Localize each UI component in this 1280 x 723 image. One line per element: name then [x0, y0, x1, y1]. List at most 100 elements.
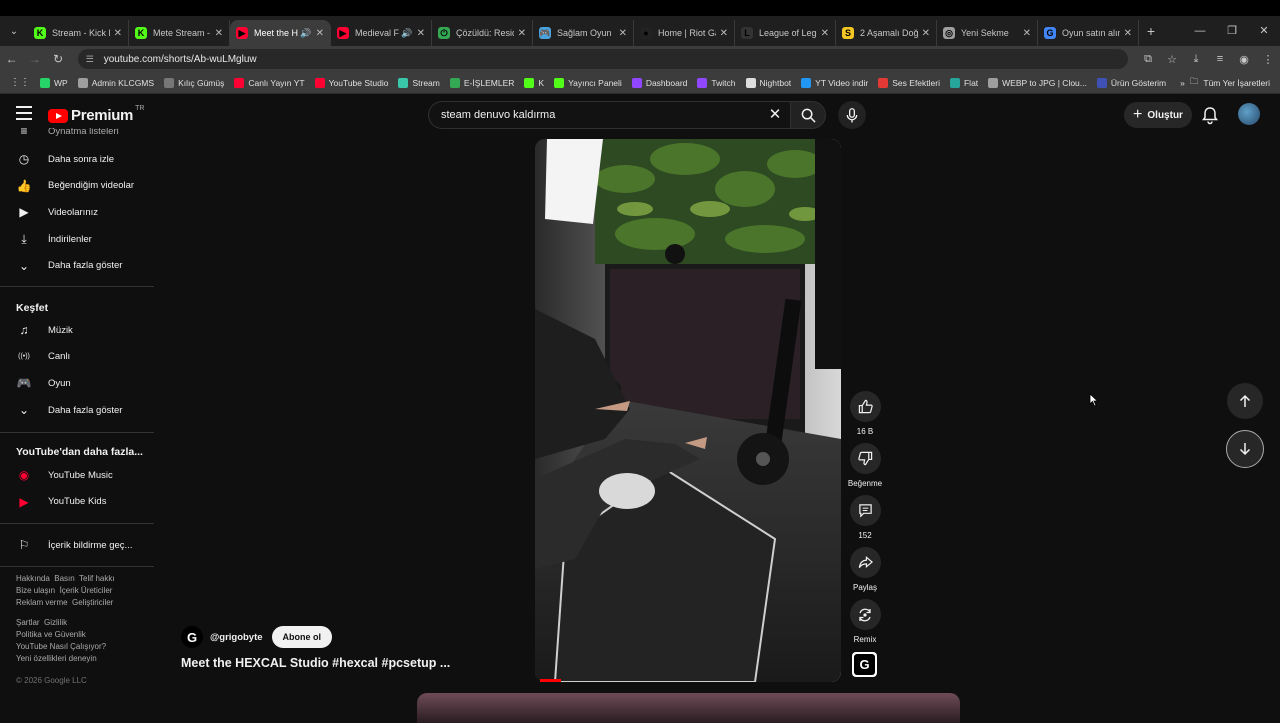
tab-search-button[interactable]: ⌄ — [0, 16, 28, 46]
new-tab-button[interactable]: + — [1139, 23, 1163, 39]
bookmark-item[interactable]: K — [524, 77, 544, 88]
next-short-button[interactable] — [1226, 430, 1264, 468]
sidebar-item[interactable]: ◷ Daha sonra izle — [0, 147, 154, 171]
channel-name[interactable]: @grigobyte — [210, 632, 263, 643]
close-window-icon[interactable]: ✕ — [1248, 16, 1280, 46]
extension-icon[interactable]: ◉ — [1232, 53, 1256, 66]
sidebar-item[interactable]: ⤓ İndirilenler — [0, 227, 154, 251]
dislike-button[interactable]: Beğenme — [848, 443, 882, 488]
close-tab-icon[interactable]: ✕ — [316, 28, 324, 39]
bookmark-item[interactable]: WEBP to JPG | Clou... — [988, 77, 1087, 88]
remix-button[interactable]: Remix — [849, 599, 881, 644]
browser-tab[interactable]: S 2 Aşamalı Doğ ✕ — [836, 20, 937, 46]
channel-avatar[interactable]: G — [181, 626, 203, 648]
speaker-icon[interactable]: 🔊 — [300, 28, 311, 39]
bookmark-item[interactable]: Twitch — [697, 77, 736, 88]
menu-icon[interactable]: ⋮ — [1256, 53, 1280, 66]
browser-tab[interactable]: G Oyun satın alın ✕ — [1038, 20, 1139, 46]
youtube-premium-logo[interactable]: Premium TR — [48, 105, 144, 124]
footer-link-line[interactable]: Politika ve Güvenlik — [16, 629, 106, 641]
sidebar-item-report-history[interactable]: ⚐ İçerik bildirme geç... — [0, 533, 154, 557]
bookmark-item[interactable]: Admin KLCGMS — [77, 77, 154, 88]
sidebar-item[interactable]: ⌄ Daha fazla göster — [0, 398, 154, 422]
next-short-preview[interactable] — [417, 693, 960, 723]
bookmark-item[interactable]: Yayıncı Paneli — [554, 77, 622, 88]
reload-icon[interactable]: ↻ — [47, 52, 70, 66]
search-input[interactable]: steam denuvo kaldırma — [428, 101, 790, 129]
footer-link-line[interactable]: Bize ulaşın İçerik Üreticiler — [16, 585, 115, 597]
browser-tab[interactable]: ◎ Yeni Sekme ✕ — [937, 20, 1038, 46]
install-app-icon[interactable]: ⧉ — [1136, 53, 1160, 66]
close-tab-icon[interactable]: ✕ — [518, 28, 526, 39]
create-button[interactable]: + Oluştur — [1124, 102, 1192, 128]
close-tab-icon[interactable]: ✕ — [1124, 28, 1132, 39]
browser-tab[interactable]: ▶ Meet the H 🔊 ✕ — [230, 20, 331, 46]
comments-button[interactable]: 152 — [849, 495, 881, 540]
sidebar-item[interactable]: ◉ YouTube Music — [0, 463, 154, 487]
browser-tab[interactable]: L League of Lege ✕ — [735, 20, 836, 46]
sidebar-item[interactable]: ((•)) Canlı — [0, 345, 154, 369]
search-button[interactable] — [790, 101, 826, 129]
all-bookmarks[interactable]: 🗀 Tüm Yer İşaretleri — [1190, 76, 1270, 90]
close-tab-icon[interactable]: ✕ — [114, 28, 122, 39]
bookmark-item[interactable]: WP — [40, 77, 68, 88]
sidebar-item-playlists[interactable]: ≡ Oynatma listeleri — [0, 128, 154, 143]
forward-icon[interactable]: → — [23, 52, 46, 66]
footer-link-line[interactable]: Şartlar Gizlilik — [16, 617, 106, 629]
share-button[interactable]: Paylaş — [849, 547, 881, 592]
restore-icon[interactable]: ❐ — [1216, 16, 1248, 46]
browser-tab[interactable]: ● Home | Riot Ga ✕ — [634, 20, 735, 46]
close-tab-icon[interactable]: ✕ — [215, 28, 223, 39]
browser-tab[interactable]: ▶ Medieval F 🔊 ✕ — [331, 20, 432, 46]
shorts-video-player[interactable] — [535, 139, 841, 682]
close-tab-icon[interactable]: ✕ — [720, 28, 728, 39]
notifications-bell-icon[interactable] — [1200, 105, 1220, 125]
bookmark-star-icon[interactable]: ☆ — [1160, 53, 1184, 66]
footer-link-line[interactable]: Hakkında Basın Telif hakkı — [16, 573, 115, 585]
bookmark-item[interactable]: Kılıç Gümüş — [164, 77, 224, 88]
close-tab-icon[interactable]: ✕ — [922, 28, 930, 39]
bookmark-item[interactable]: Ürün Gösterim — [1096, 77, 1166, 88]
footer-link-line[interactable]: Reklam verme Geliştiriciler — [16, 597, 115, 609]
hamburger-menu-icon[interactable] — [16, 106, 32, 120]
browser-tab[interactable]: 🎮 Sağlam Oyun ✕ — [533, 20, 634, 46]
close-tab-icon[interactable]: ✕ — [417, 28, 425, 39]
bookmark-item[interactable]: Ses Efektleri — [878, 77, 940, 88]
close-tab-icon[interactable]: ✕ — [619, 28, 627, 39]
browser-tab[interactable]: ⏻ Çözüldü: Resid ✕ — [432, 20, 533, 46]
sidebar-item[interactable]: ▶ Videolarınız — [0, 200, 154, 224]
clear-search-icon[interactable]: ✕ — [764, 101, 786, 129]
audio-source-thumbnail[interactable]: G — [852, 652, 877, 677]
bookmark-item[interactable]: YT Video indir — [801, 77, 868, 88]
speaker-icon[interactable]: 🔊 — [401, 28, 412, 39]
short-title[interactable]: Meet the HEXCAL Studio #hexcal #pcsetup … — [181, 656, 450, 670]
voice-search-button[interactable] — [838, 101, 866, 129]
close-tab-icon[interactable]: ✕ — [821, 28, 829, 39]
bookmark-item[interactable]: Nightbot — [745, 77, 791, 88]
like-button[interactable]: 16 B — [849, 391, 881, 436]
media-control-icon[interactable]: ≡ — [1208, 53, 1232, 66]
account-avatar[interactable] — [1238, 103, 1260, 125]
sidebar-item[interactable]: ♫ Müzik — [0, 318, 154, 342]
sidebar-item[interactable]: ▶ YouTube Kids — [0, 490, 154, 514]
bookmark-item[interactable]: Dashboard — [631, 77, 687, 88]
bookmark-item[interactable]: Flat — [949, 77, 978, 88]
minimize-icon[interactable]: — — [1184, 16, 1216, 46]
address-bar[interactable]: ☰ youtube.com/shorts/Ab-wuLMgluw — [77, 49, 1129, 69]
close-tab-icon[interactable]: ✕ — [1023, 28, 1031, 39]
back-icon[interactable]: ← — [0, 52, 23, 66]
bookmark-item[interactable]: Stream — [398, 77, 440, 88]
bookmark-item[interactable]: Canlı Yayın YT — [234, 77, 305, 88]
bookmark-item[interactable]: YouTube Studio — [314, 77, 388, 88]
bookmark-item[interactable]: E-İŞLEMLER — [449, 77, 514, 88]
more-bookmarks-icon[interactable]: » — [1180, 78, 1185, 88]
sidebar-item[interactable]: 🎮 Oyun — [0, 371, 154, 395]
browser-tab[interactable]: K Stream - Kick D ✕ — [28, 20, 129, 46]
apps-icon[interactable]: ⋮⋮ — [10, 77, 30, 88]
sidebar-item[interactable]: ⌄ Daha fazla göster — [0, 254, 154, 278]
subscribe-button[interactable]: Abone ol — [271, 626, 333, 648]
previous-short-button[interactable] — [1227, 383, 1263, 419]
downloads-icon[interactable]: ⤓ — [1184, 53, 1208, 66]
playback-progress[interactable] — [540, 679, 561, 682]
footer-link-line[interactable]: Yeni özellikleri deneyin — [16, 653, 106, 665]
